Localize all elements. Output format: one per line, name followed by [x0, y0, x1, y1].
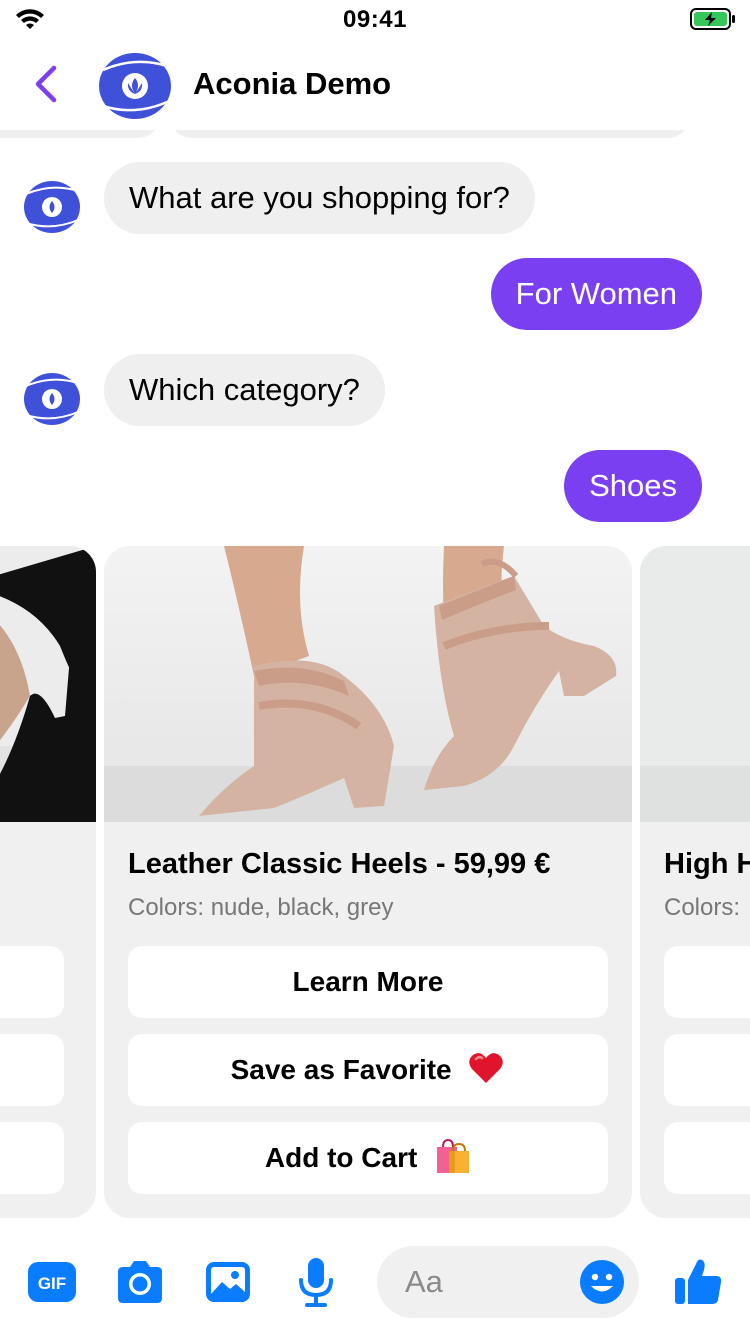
- learn-more-button[interactable]: Learn More: [128, 946, 608, 1018]
- card-button[interactable]: [664, 946, 750, 1018]
- image-icon[interactable]: [202, 1256, 254, 1308]
- message-list[interactable]: What are you shopping for? For Women Whi…: [0, 100, 750, 1220]
- product-image: [104, 546, 632, 822]
- shopping-bags-emoji-icon: [437, 1138, 470, 1173]
- add-to-cart-button[interactable]: Add to Cart: [128, 1122, 608, 1194]
- product-title: High H: [664, 848, 750, 880]
- card-button[interactable]: [664, 1122, 750, 1194]
- bot-avatar-icon: [24, 181, 80, 233]
- bot-message-bubble: What are you shopping for?: [104, 162, 535, 234]
- product-image: [0, 546, 96, 822]
- learn-more-label: Learn More: [292, 966, 444, 997]
- product-card-previous[interactable]: [0, 546, 96, 1218]
- battery-icon: [690, 8, 735, 30]
- mic-icon[interactable]: [290, 1256, 342, 1308]
- card-button[interactable]: [0, 1122, 64, 1194]
- svg-text:GIF: GIF: [38, 1274, 66, 1293]
- bot-message-bubble: Which category?: [104, 354, 385, 426]
- add-to-cart-label: Add to Cart: [264, 1142, 418, 1173]
- save-favorite-label: Save as Favorite: [230, 1054, 452, 1085]
- user-message-bubble: Shoes: [564, 450, 702, 522]
- clock: 09:41: [343, 6, 407, 33]
- product-colors: Colors: nude, black, grey: [128, 894, 394, 921]
- bot-avatar-icon[interactable]: [98, 52, 172, 120]
- user-message-bubble: For Women: [490, 258, 702, 330]
- camera-icon[interactable]: [114, 1256, 166, 1308]
- save-favorite-button[interactable]: Save as Favorite: [128, 1034, 608, 1106]
- chat-header: Aconia Demo: [0, 40, 750, 130]
- product-card[interactable]: Leather Classic Heels - 59,99 € Colors: …: [104, 546, 632, 1218]
- status-bar: 09:41: [0, 0, 750, 40]
- bot-avatar-icon: [24, 373, 80, 425]
- emoji-icon[interactable]: [579, 1259, 625, 1305]
- composer-bar: GIF: [0, 1236, 750, 1334]
- card-button[interactable]: [0, 946, 64, 1018]
- product-card-next[interactable]: High H Colors:: [640, 546, 750, 1218]
- card-button[interactable]: [664, 1034, 750, 1106]
- heart-emoji-icon: [469, 1052, 504, 1083]
- product-title: Leather Classic Heels - 59,99 €: [128, 848, 551, 880]
- message-input-field[interactable]: [405, 1246, 575, 1318]
- thumbs-up-icon[interactable]: [672, 1256, 724, 1308]
- message-input[interactable]: [377, 1246, 639, 1318]
- product-colors: Colors:: [664, 894, 741, 921]
- card-button[interactable]: [0, 1034, 64, 1106]
- chat-title: Aconia Demo: [193, 66, 392, 101]
- back-chevron-icon[interactable]: [28, 60, 64, 108]
- gif-icon[interactable]: GIF: [26, 1256, 78, 1308]
- product-image: [640, 546, 750, 822]
